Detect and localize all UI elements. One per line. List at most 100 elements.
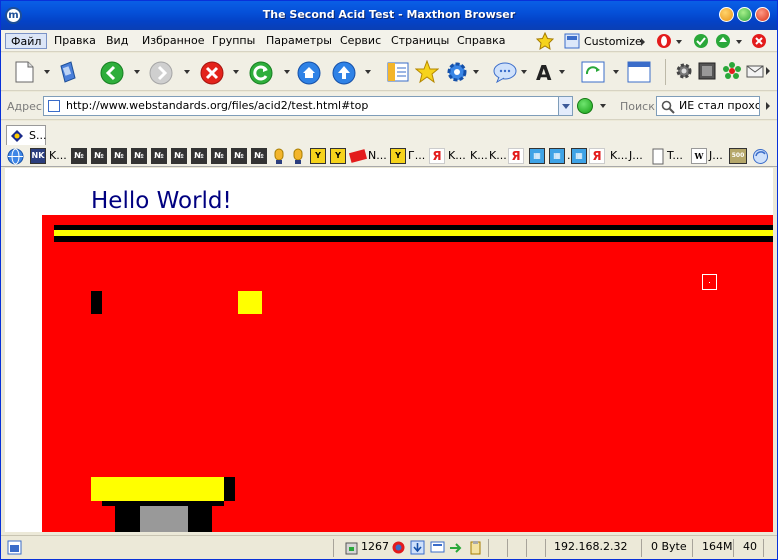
icq-flower-icon[interactable]	[722, 61, 742, 81]
new-page-icon[interactable]	[13, 60, 35, 84]
address-input[interactable]: http://www.webstandards.org/files/acid2/…	[43, 96, 573, 116]
clipboard-icon[interactable]	[468, 540, 483, 555]
link-film-icon[interactable]: ▦	[549, 148, 565, 164]
link-yandex-icon[interactable]: Я	[589, 148, 605, 164]
customize-button[interactable]: Customize	[584, 35, 642, 48]
title-bar[interactable]: m The Second Acid Test - Maxthon Browser	[1, 1, 777, 30]
globe-icon[interactable]	[7, 148, 24, 165]
chevron-right-icon[interactable]	[766, 102, 770, 110]
link-wikipedia-icon[interactable]: W	[691, 148, 707, 164]
ok-check-icon[interactable]	[693, 33, 709, 49]
link-number-icon[interactable]: №	[71, 148, 87, 164]
link-label[interactable]: K...	[448, 149, 466, 162]
pda-badge-icon[interactable]	[349, 148, 367, 164]
dropdown-arrow-icon[interactable]	[284, 70, 290, 74]
medal-icon[interactable]	[272, 148, 286, 165]
menu-pages[interactable]: Страницы	[386, 33, 454, 49]
menu-options[interactable]: Параметры	[261, 33, 337, 49]
dropdown-arrow-icon[interactable]	[521, 70, 527, 74]
link-number-icon[interactable]: №	[131, 148, 147, 164]
up-level-icon[interactable]	[332, 61, 356, 85]
link-yandex-icon[interactable]: Я	[429, 148, 445, 164]
dropdown-arrow-icon[interactable]	[600, 104, 606, 108]
gear-icon[interactable]	[675, 62, 693, 80]
menu-favorites[interactable]: Избранное	[137, 33, 209, 49]
dropdown-arrow-icon[interactable]	[613, 70, 619, 74]
dropdown-arrow-icon[interactable]	[44, 70, 50, 74]
star-icon[interactable]	[536, 32, 554, 50]
window-layout-icon[interactable]	[627, 61, 651, 83]
document-icon[interactable]	[651, 148, 665, 165]
font-size-icon[interactable]: A	[534, 61, 558, 83]
screen-icon[interactable]	[430, 540, 445, 555]
link-number-icon[interactable]: №	[111, 148, 127, 164]
link-yandex-y-icon[interactable]: Y	[390, 148, 406, 164]
tab-acid-test[interactable]: S...	[6, 125, 46, 145]
link-yandex-icon[interactable]: Я	[508, 148, 524, 164]
dropdown-arrow-icon[interactable]	[184, 70, 190, 74]
menu-groups[interactable]: Группы	[207, 33, 260, 49]
link-number-icon[interactable]: №	[191, 148, 207, 164]
link-number-icon[interactable]: №	[231, 148, 247, 164]
link-label[interactable]: K...	[49, 149, 67, 162]
menu-view[interactable]: Вид	[101, 33, 133, 49]
link-number-icon[interactable]: №	[151, 148, 167, 164]
refresh-icon[interactable]	[249, 61, 273, 85]
back-icon[interactable]	[100, 61, 124, 85]
forward-icon[interactable]	[149, 61, 173, 85]
link-label[interactable]: K...	[470, 149, 488, 162]
dropdown-arrow-icon[interactable]	[473, 70, 479, 74]
link-label[interactable]: T...	[667, 149, 683, 162]
address-dropdown-button[interactable]	[558, 97, 572, 115]
menu-file[interactable]: Файл	[5, 33, 48, 49]
minimize-button[interactable]	[719, 7, 734, 22]
link-number-icon[interactable]: №	[91, 148, 107, 164]
link-rating-badge-icon[interactable]: 500	[729, 148, 747, 164]
dropdown-arrow-icon[interactable]	[365, 70, 371, 74]
link-number-icon[interactable]: №	[251, 148, 267, 164]
stop-icon[interactable]	[200, 61, 224, 85]
link-label[interactable]: J...	[709, 149, 723, 162]
link-yandex-y-icon[interactable]: Y	[330, 148, 346, 164]
page-status-icon[interactable]	[7, 540, 22, 555]
mail-icon[interactable]	[746, 62, 764, 80]
go-button[interactable]	[577, 98, 593, 114]
close-button[interactable]	[755, 7, 770, 22]
dropdown-arrow-icon[interactable]	[676, 40, 682, 44]
menu-edit[interactable]: Правка	[49, 33, 101, 49]
link-label[interactable]: N...	[368, 149, 387, 162]
open-file-icon[interactable]	[57, 60, 79, 84]
link-number-icon[interactable]: №	[171, 148, 187, 164]
maximize-button[interactable]	[737, 7, 752, 22]
chat-bubble-icon[interactable]	[493, 61, 517, 83]
up-arrow-icon[interactable]	[715, 33, 731, 49]
arrow-right-icon[interactable]	[449, 540, 464, 555]
link-label[interactable]: Г...	[408, 149, 425, 162]
link-label[interactable]: J...	[629, 149, 643, 162]
home-icon[interactable]	[297, 61, 321, 85]
chevron-right-icon[interactable]	[766, 67, 770, 75]
refresh-globe-icon[interactable]	[752, 148, 769, 165]
link-film-icon[interactable]: ▦	[529, 148, 545, 164]
chevron-right-icon[interactable]	[641, 38, 645, 46]
link-yandex-y-icon[interactable]: Y	[310, 148, 326, 164]
link-label[interactable]: K...	[489, 149, 507, 162]
sidebar-panel-icon[interactable]	[387, 62, 409, 82]
dropdown-arrow-icon[interactable]	[134, 70, 140, 74]
download-icon[interactable]	[410, 540, 425, 555]
search-icon[interactable]	[661, 100, 675, 114]
menu-help[interactable]: Справка	[452, 33, 510, 49]
settings-gear-icon[interactable]	[446, 61, 468, 83]
link-film-icon[interactable]: ▦	[571, 148, 587, 164]
link-number-icon[interactable]: №	[211, 148, 227, 164]
recycle-icon[interactable]	[344, 540, 359, 555]
security-icon[interactable]	[391, 540, 406, 555]
link-label[interactable]: K...	[610, 149, 628, 162]
opera-icon[interactable]	[656, 33, 672, 49]
medal-icon[interactable]	[291, 148, 305, 165]
dropdown-arrow-icon[interactable]	[736, 40, 742, 44]
menu-tools[interactable]: Сервис	[335, 33, 386, 49]
dropdown-arrow-icon[interactable]	[233, 70, 239, 74]
media-icon[interactable]	[698, 62, 716, 80]
link-nk-icon[interactable]: NK	[30, 148, 46, 164]
